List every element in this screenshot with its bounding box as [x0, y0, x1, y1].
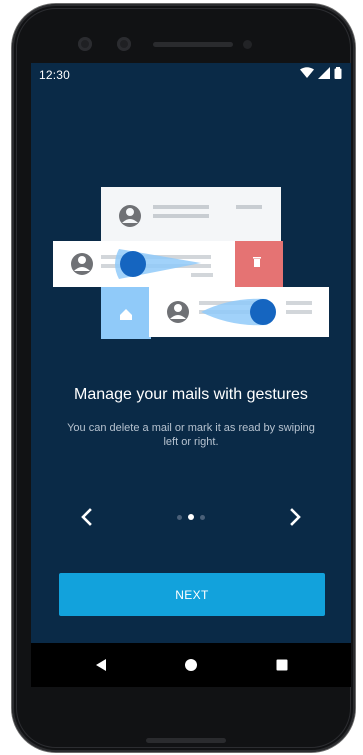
- page-indicator: [171, 512, 211, 522]
- signal-icon: [318, 67, 330, 79]
- system-recents-button[interactable]: [272, 655, 292, 675]
- proximity-sensor: [243, 40, 252, 49]
- front-camera-icon: [78, 37, 92, 51]
- delete-action: [231, 241, 283, 289]
- swipe-gestures-illustration: [53, 187, 329, 339]
- front-camera-icon: [117, 37, 131, 51]
- onboarding-headline: Manage your mails with gestures: [74, 386, 308, 403]
- system-back-button[interactable]: [91, 655, 111, 675]
- status-icons: [300, 67, 342, 79]
- home-circle-icon: [185, 659, 197, 671]
- page-dot: [177, 514, 182, 520]
- recents-square-icon: [276, 659, 288, 671]
- back-triangle-icon: [96, 659, 106, 671]
- status-time: 12:30: [39, 68, 71, 82]
- chevron-left-icon: [81, 508, 92, 526]
- battery-icon: [334, 67, 342, 79]
- bottom-speaker: [146, 738, 226, 743]
- trash-icon: [254, 259, 260, 267]
- previous-page-button[interactable]: [69, 499, 105, 535]
- onboarding-description: You can delete a mail or mark it as read…: [67, 422, 315, 448]
- chevron-right-icon: [290, 508, 301, 526]
- swipe-handle: [120, 251, 146, 277]
- mail-card-swiped-right: [149, 287, 329, 337]
- wifi-icon: [300, 67, 314, 78]
- status-bar: 12:30: [31, 63, 351, 87]
- system-navigation-bar: [31, 643, 351, 687]
- swipe-handle: [250, 299, 276, 325]
- app-screen: 12:30 Manage your mails with gestures Yo…: [31, 63, 351, 687]
- next-page-arrow-button[interactable]: [277, 499, 313, 535]
- page-dot: [200, 514, 205, 520]
- mail-card-swiped-left: [53, 241, 235, 287]
- system-home-button[interactable]: [181, 655, 201, 675]
- mail-card-back: [101, 187, 281, 249]
- earpiece-speaker: [153, 42, 233, 47]
- next-button[interactable]: NEXT: [59, 573, 325, 616]
- page-dot-active: [188, 514, 194, 520]
- mark-read-action: [101, 287, 151, 339]
